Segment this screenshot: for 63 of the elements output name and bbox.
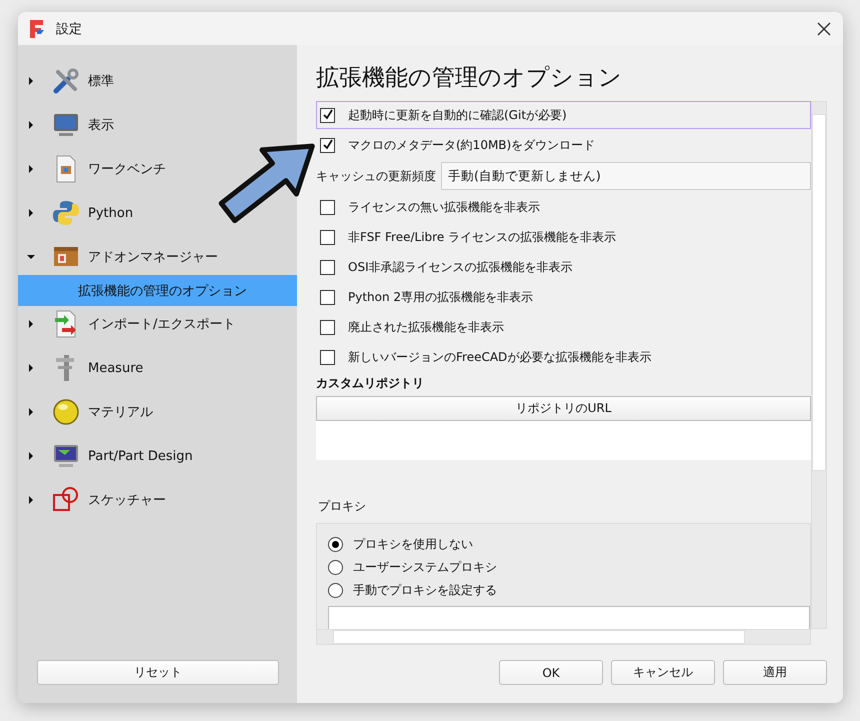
expander-icon[interactable] bbox=[27, 121, 35, 129]
checkbox[interactable] bbox=[320, 108, 335, 122]
group-label: プロキシ bbox=[318, 498, 367, 515]
checkbox-option[interactable]: マクロのメタデータ(約10MB)をダウンロード bbox=[316, 131, 811, 159]
page-title: 拡張機能の管理のオプション bbox=[316, 64, 623, 93]
tree-item[interactable]: Python bbox=[18, 191, 140, 235]
checkbox[interactable] bbox=[320, 230, 335, 244]
radio-option[interactable]: プロキシを使用しない bbox=[328, 533, 810, 556]
tree-item[interactable]: ワークベンチ bbox=[18, 147, 172, 191]
snakes-icon bbox=[52, 199, 80, 227]
expander-icon[interactable] bbox=[27, 165, 35, 173]
expander-icon[interactable] bbox=[27, 364, 35, 372]
reset-button[interactable]: リセット bbox=[37, 660, 279, 685]
monitor-icon bbox=[52, 111, 80, 139]
frequency-dropdown[interactable]: 手動(自動で更新しません) bbox=[441, 162, 811, 190]
tools-icon bbox=[52, 67, 80, 95]
checkbox-option[interactable]: ライセンスの無い拡張機能を非表示 bbox=[316, 193, 811, 221]
tree-item[interactable]: スケッチャー bbox=[18, 478, 172, 522]
radio-option[interactable]: ユーザーシステムプロキシ bbox=[328, 556, 810, 579]
radio-option[interactable]: 手動でプロキシを設定する bbox=[328, 579, 810, 602]
checkbox[interactable] bbox=[320, 260, 335, 274]
section-heading: カスタムリポジトリ bbox=[316, 375, 425, 392]
monitor-icon bbox=[52, 442, 80, 470]
sphere-icon bbox=[52, 398, 80, 426]
tree-item[interactable]: 標準 bbox=[18, 59, 120, 103]
proxy-input-field[interactable] bbox=[328, 606, 810, 630]
column-header[interactable]: リポジトリのURL bbox=[316, 396, 811, 421]
horizontal-scrollbar[interactable] bbox=[316, 629, 811, 645]
checkbox-option[interactable]: 起動時に更新を自動的に確認(Gitが必要) bbox=[316, 101, 811, 129]
expander-icon[interactable] bbox=[27, 452, 35, 460]
checkbox-option[interactable]: 非FSF Free/Libre ライセンスの拡張機能を非表示 bbox=[316, 223, 811, 251]
expander-icon[interactable] bbox=[27, 408, 35, 416]
checkbox-option[interactable]: 廃止された拡張機能を非表示 bbox=[316, 313, 811, 341]
square-circle-icon bbox=[52, 486, 80, 514]
expander-icon[interactable] bbox=[27, 320, 35, 328]
checkbox[interactable] bbox=[320, 290, 335, 304]
expander-icon[interactable] bbox=[27, 209, 35, 217]
checkbox[interactable] bbox=[320, 320, 335, 334]
tree-item[interactable]: マテリアル bbox=[18, 390, 159, 434]
vertical-scrollbar[interactable] bbox=[811, 101, 827, 629]
dialog-button[interactable]: 適用 bbox=[723, 660, 827, 685]
tree-item[interactable]: Part/Part Design bbox=[18, 434, 199, 478]
radio-button[interactable] bbox=[328, 560, 343, 575]
tree-item[interactable]: 拡張機能の管理のオプション bbox=[18, 275, 297, 306]
tree-item[interactable]: 表示 bbox=[18, 103, 120, 147]
checkbox[interactable] bbox=[320, 138, 335, 152]
dialog-button[interactable]: キャンセル bbox=[611, 660, 715, 685]
field-label: キャッシュの更新頻度 bbox=[316, 168, 437, 184]
expander-icon[interactable] bbox=[27, 496, 35, 504]
checkbox[interactable] bbox=[320, 350, 335, 364]
checkbox-option[interactable]: Python 2専用の拡張機能を非表示 bbox=[316, 283, 811, 311]
checkbox[interactable] bbox=[320, 200, 335, 214]
window-title: 設定 bbox=[56, 20, 83, 38]
expander-icon[interactable] bbox=[27, 77, 35, 85]
checkbox-option[interactable]: OSI非承認ライセンスの拡張機能を非表示 bbox=[316, 253, 811, 281]
close-icon[interactable] bbox=[817, 22, 831, 36]
radio-button[interactable] bbox=[328, 583, 343, 598]
checkbox-option[interactable]: 新しいバージョンのFreeCADが必要な拡張機能を非表示 bbox=[316, 343, 811, 371]
radio-button[interactable] bbox=[328, 537, 343, 552]
tree-item[interactable]: Measure bbox=[18, 346, 150, 390]
dialog-button[interactable]: OK bbox=[499, 660, 603, 685]
expander-icon[interactable] bbox=[27, 253, 35, 261]
app-logo-icon bbox=[28, 18, 46, 38]
